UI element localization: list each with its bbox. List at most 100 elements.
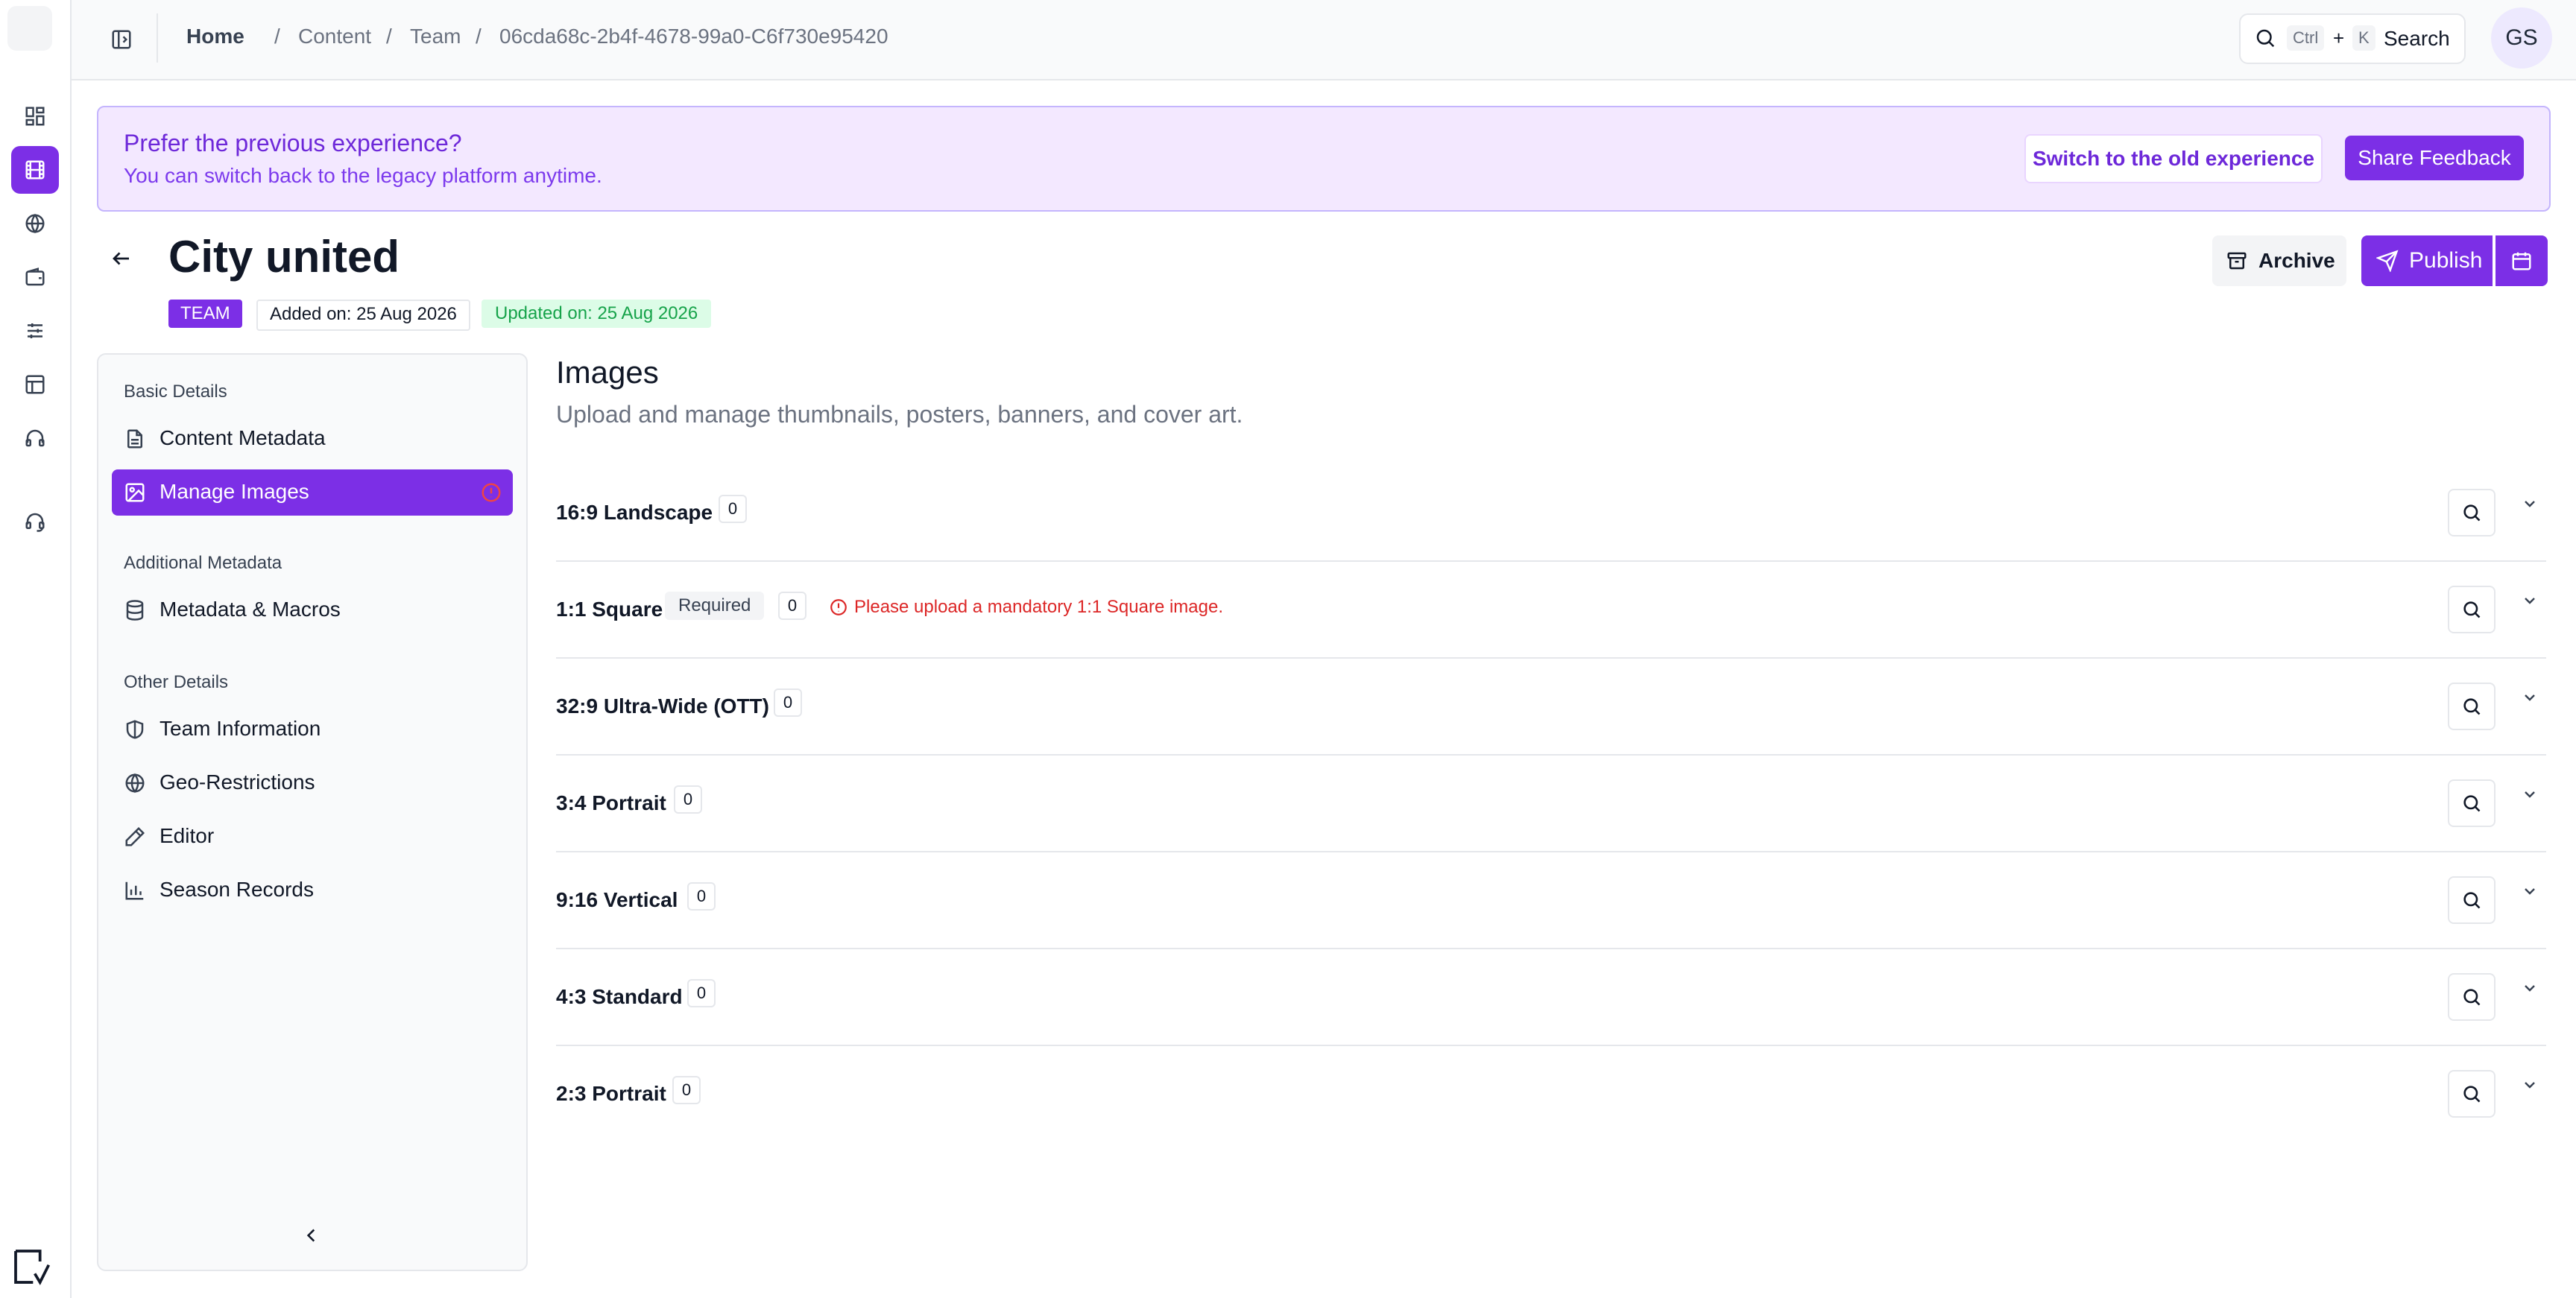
rail-audio[interactable] (11, 414, 59, 462)
breadcrumb-separator: / (386, 25, 392, 48)
publish-label: Publish (2409, 248, 2483, 273)
image-count-badge: 0 (674, 785, 702, 814)
details-sidebar: Basic Details Content Metadata Manage Im… (97, 353, 528, 1271)
breadcrumb-content[interactable]: Content (298, 25, 371, 48)
panel-left-icon (110, 28, 133, 51)
image-type-label: 9:16 Vertical (556, 888, 678, 911)
breadcrumb-home[interactable]: Home (186, 25, 244, 48)
chevron-down-icon (2521, 495, 2539, 513)
shield-icon (124, 718, 146, 741)
search-images-button[interactable] (2448, 586, 2496, 633)
rail-wallet[interactable] (11, 253, 59, 301)
sidebar-item-season-records[interactable]: Season Records (112, 867, 513, 914)
sidebar-item-metadata-macros[interactable]: Metadata & Macros (112, 587, 513, 633)
rail-dashboard[interactable] (11, 92, 59, 140)
database-icon (124, 599, 146, 621)
search-images-button[interactable] (2448, 1070, 2496, 1118)
image-type-label: 16:9 Landscape (556, 501, 713, 524)
search-icon (2461, 696, 2482, 717)
headset-icon (24, 510, 46, 533)
rail-settings[interactable] (11, 307, 59, 355)
expand-row-button[interactable] (2515, 876, 2545, 906)
rail-content[interactable] (11, 146, 59, 194)
bar-chart-icon (124, 879, 146, 902)
collapse-sidebar-button[interactable] (295, 1219, 328, 1252)
expand-row-button[interactable] (2515, 779, 2545, 809)
top-bar: Home / Content / Team / 06cda68c-2b4f-46… (72, 0, 2576, 80)
rail-layout[interactable] (11, 361, 59, 408)
search-images-button[interactable] (2448, 973, 2496, 1021)
image-type-label: 1:1 Square (556, 598, 663, 621)
search-images-button[interactable] (2448, 683, 2496, 730)
required-badge: Required (665, 592, 765, 620)
banner-title: Prefer the previous experience? (124, 130, 462, 156)
chevron-down-icon (2521, 979, 2539, 997)
image-row-16x9-landscape: 16:9 Landscape 0 (556, 463, 2546, 562)
kbd-plus: + (2333, 27, 2345, 49)
chevron-down-icon (2521, 1076, 2539, 1094)
expand-row-button[interactable] (2515, 973, 2545, 1003)
sidebar-item-editor[interactable]: Editor (112, 814, 513, 860)
image-row-1x1-square: 1:1 Square Required 0 Please upload a ma… (556, 560, 2546, 659)
divider (157, 13, 158, 63)
expand-row-button[interactable] (2515, 1070, 2545, 1100)
rail-support[interactable] (11, 498, 59, 545)
layout-icon (24, 373, 46, 396)
sidebar-item-manage-images[interactable]: Manage Images (112, 469, 513, 516)
share-feedback-button[interactable]: Share Feedback (2345, 136, 2524, 180)
archive-button[interactable]: Archive (2212, 235, 2346, 286)
search-images-button[interactable] (2448, 779, 2496, 827)
section-label-other: Other Details (124, 672, 229, 692)
expand-row-button[interactable] (2515, 489, 2545, 519)
expand-row-button[interactable] (2515, 586, 2545, 615)
expand-row-button[interactable] (2515, 683, 2545, 712)
sidebar-item-team-information[interactable]: Team Information (112, 706, 513, 753)
chevron-down-icon (2521, 785, 2539, 803)
type-badge: TEAM (168, 300, 242, 328)
sidebar-item-geo-restrictions[interactable]: Geo-Restrictions (112, 760, 513, 806)
banner-subtitle: You can switch back to the legacy platfo… (124, 164, 602, 187)
validation-error: Please upload a mandatory 1:1 Square ima… (829, 596, 1223, 618)
arrow-left-icon (110, 247, 133, 270)
chevron-down-icon (2521, 688, 2539, 706)
search-icon (2461, 793, 2482, 814)
sliders-icon (24, 320, 46, 342)
app-logo[interactable] (7, 6, 52, 51)
section-label-basic: Basic Details (124, 382, 227, 402)
schedule-button[interactable] (2496, 235, 2548, 286)
image-row-32x9-ultra-wide: 32:9 Ultra-Wide (OTT) 0 (556, 657, 2546, 756)
rail-globe[interactable] (11, 200, 59, 247)
search-images-button[interactable] (2448, 489, 2496, 536)
image-count-badge: 0 (778, 592, 806, 620)
archive-label: Archive (2258, 249, 2335, 272)
wallet-icon (24, 266, 46, 288)
breadcrumb-team[interactable]: Team (410, 25, 461, 48)
image-type-label: 4:3 Standard (556, 985, 683, 1008)
image-count-badge: 0 (687, 979, 716, 1007)
search-images-button[interactable] (2448, 876, 2496, 924)
search-icon (2461, 502, 2482, 523)
avatar[interactable]: GS (2491, 7, 2552, 69)
search-icon (2461, 987, 2482, 1007)
breadcrumb-separator: / (274, 25, 280, 48)
brand-mark-icon (10, 1246, 55, 1291)
calendar-icon (2510, 250, 2533, 272)
back-button[interactable] (103, 240, 140, 277)
sidebar-item-content-metadata[interactable]: Content Metadata (112, 416, 513, 462)
breadcrumb-current-id: 06cda68c-2b4f-4678-99a0-C6f730e95420 (499, 25, 888, 48)
switch-old-experience-button[interactable]: Switch to the old experience (2024, 134, 2323, 183)
section-title: Images (556, 355, 659, 390)
image-type-label: 3:4 Portrait (556, 791, 666, 814)
image-row-2x3-portrait: 2:3 Portrait 0 (556, 1045, 2546, 1142)
headphones-icon (24, 427, 46, 449)
updated-date-badge: Updated on: 25 Aug 2026 (482, 300, 712, 328)
pencil-icon (124, 826, 146, 848)
sidebar-toggle-button[interactable] (104, 22, 139, 57)
sidebar-item-label: Manage Images (160, 480, 309, 503)
publish-button[interactable]: Publish (2361, 235, 2493, 286)
sidebar-item-label: Content Metadata (160, 426, 326, 449)
dashboard-icon (24, 105, 46, 127)
image-row-4x3-standard: 4:3 Standard 0 (556, 948, 2546, 1046)
search-icon (2461, 890, 2482, 911)
search-button[interactable]: Ctrl + K Search (2239, 13, 2466, 64)
